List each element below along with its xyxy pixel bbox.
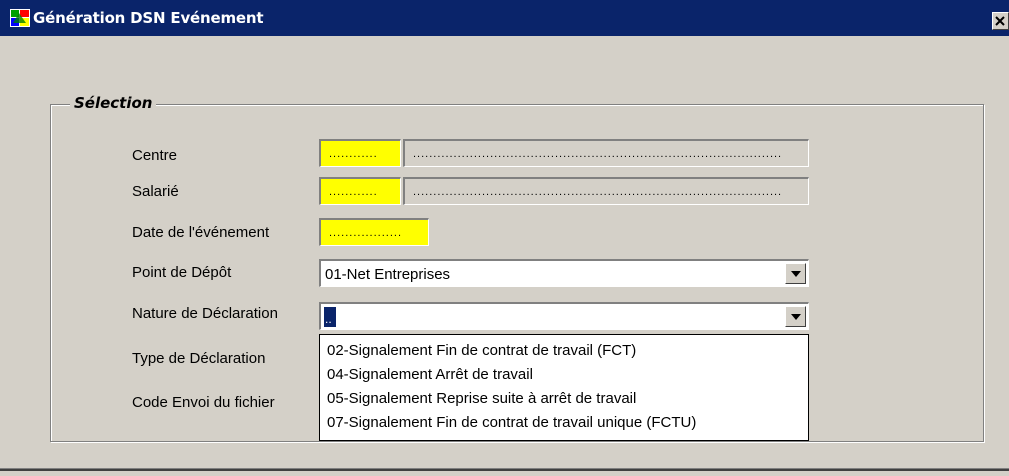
nature-declaration-select[interactable]: ..: [319, 302, 809, 330]
nature-declaration-label: Nature de Déclaration: [132, 305, 278, 322]
nature-declaration-value: ..: [324, 307, 336, 327]
salarie-name-value: ........................................…: [413, 186, 783, 198]
nature-declaration-dropdown-button[interactable]: [785, 306, 806, 327]
salarie-name-field: ........................................…: [403, 177, 809, 205]
nature-declaration-dropdown-list[interactable]: 02-Signalement Fin de contrat de travail…: [319, 334, 809, 441]
centre-code-input[interactable]: ............: [319, 139, 401, 167]
salarie-code-input[interactable]: ............: [319, 177, 401, 205]
salarie-label: Salarié: [132, 183, 179, 200]
point-depot-value: 01-Net Entreprises: [325, 266, 451, 283]
salarie-code-value: ............: [329, 186, 378, 198]
title-bar[interactable]: Génération DSN Evénement: [0, 0, 1009, 36]
close-button[interactable]: [992, 12, 1009, 30]
bottom-divider: [0, 468, 1009, 471]
code-envoi-label: Code Envoi du fichier: [132, 394, 275, 411]
selection-legend: Sélection: [70, 94, 157, 112]
app-icon: [10, 9, 30, 27]
dropdown-option[interactable]: 04-Signalement Arrêt de travail: [327, 366, 533, 383]
chevron-down-icon: [791, 314, 801, 320]
centre-code-value: ............: [329, 148, 378, 160]
chevron-down-icon: [791, 271, 801, 277]
centre-name-value: ........................................…: [413, 148, 783, 160]
point-depot-dropdown-button[interactable]: [785, 263, 806, 284]
centre-label: Centre: [132, 147, 178, 164]
dropdown-option[interactable]: 05-Signalement Reprise suite à arrêt de …: [327, 390, 636, 407]
point-depot-select[interactable]: 01-Net Entreprises: [319, 259, 809, 287]
close-icon: [995, 16, 1005, 26]
centre-name-field: ........................................…: [403, 139, 809, 167]
dropdown-option[interactable]: 07-Signalement Fin de contrat de travail…: [327, 414, 696, 431]
date-evenement-label: Date de l'événement: [132, 224, 270, 241]
date-evenement-value: ..................: [329, 227, 403, 239]
point-depot-label: Point de Dépôt: [132, 264, 232, 281]
date-evenement-input[interactable]: ..................: [319, 218, 429, 246]
window-title: Génération DSN Evénement: [33, 9, 264, 27]
type-declaration-label: Type de Déclaration: [132, 350, 266, 367]
dropdown-option[interactable]: 02-Signalement Fin de contrat de travail…: [327, 342, 636, 359]
